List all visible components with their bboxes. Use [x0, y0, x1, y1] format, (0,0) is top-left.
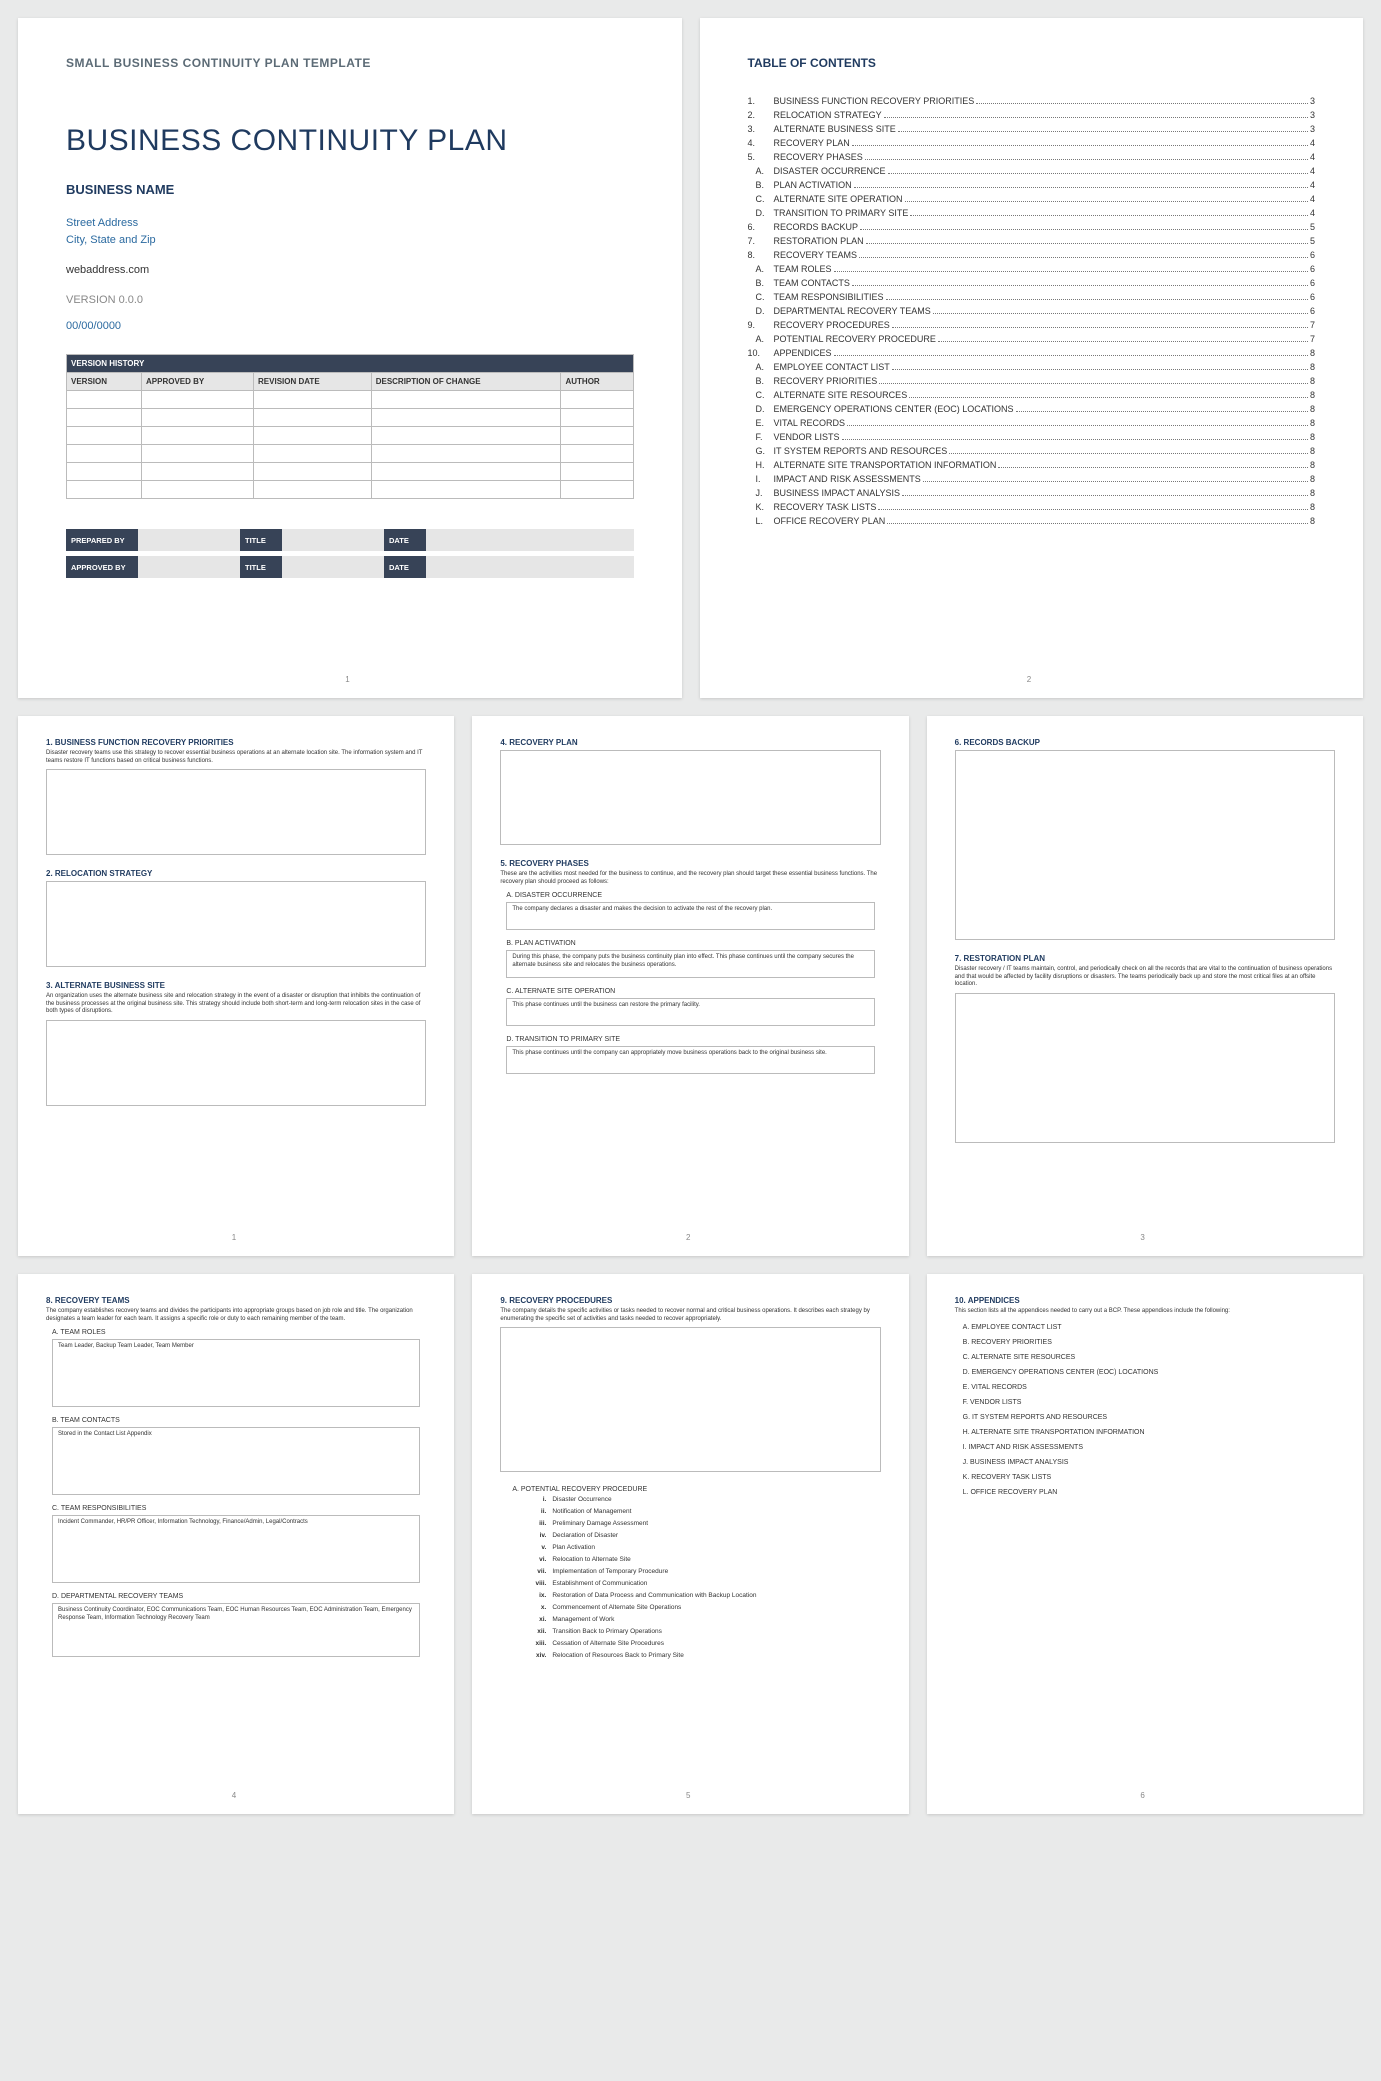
- toc-item: D.TRANSITION TO PRIMARY SITE4: [748, 208, 1316, 218]
- toc-title: TABLE OF CONTENTS: [748, 56, 1316, 70]
- toc-item: 5.RECOVERY PHASES4: [748, 152, 1316, 162]
- page-2-toc: TABLE OF CONTENTS 1.BUSINESS FUNCTION RE…: [700, 18, 1364, 698]
- document-title: BUSINESS CONTINUITY PLAN: [66, 124, 634, 158]
- procedure-step: v.Plan Activation: [528, 1544, 880, 1551]
- procedure-step: x.Commencement of Alternate Site Operati…: [528, 1604, 880, 1611]
- toc-item: H.ALTERNATE SITE TRANSPORTATION INFORMAT…: [748, 460, 1316, 470]
- toc-item: A.TEAM ROLES6: [748, 264, 1316, 274]
- page-3: 1. BUSINESS FUNCTION RECOVERY PRIORITIES…: [18, 716, 454, 1256]
- appendix-item: K. RECOVERY TASK LISTS: [955, 1474, 1335, 1481]
- toc-item: G.IT SYSTEM REPORTS AND RESOURCES8: [748, 446, 1316, 456]
- toc-item: 1.BUSINESS FUNCTION RECOVERY PRIORITIES3: [748, 96, 1316, 106]
- toc-item: A.POTENTIAL RECOVERY PROCEDURE7: [748, 334, 1316, 344]
- address-block: Street Address City, State and Zip: [66, 215, 634, 248]
- appendix-item: I. IMPACT AND RISK ASSESSMENTS: [955, 1444, 1335, 1451]
- template-label: SMALL BUSINESS CONTINUITY PLAN TEMPLATE: [66, 56, 634, 70]
- procedure-step: iii.Preliminary Damage Assessment: [528, 1520, 880, 1527]
- toc-item: A.DISASTER OCCURRENCE4: [748, 166, 1316, 176]
- page-8: 10. APPENDICES This section lists all th…: [927, 1274, 1363, 1814]
- appendix-item: J. BUSINESS IMPACT ANALYSIS: [955, 1459, 1335, 1466]
- toc-item: B.RECOVERY PRIORITIES8: [748, 376, 1316, 386]
- appendix-item: C. ALTERNATE SITE RESOURCES: [955, 1354, 1335, 1361]
- appendix-item: F. VENDOR LISTS: [955, 1399, 1335, 1406]
- version-label: VERSION 0.0.0: [66, 294, 634, 306]
- procedure-step: vi.Relocation to Alternate Site: [528, 1556, 880, 1563]
- toc-item: D.EMERGENCY OPERATIONS CENTER (EOC) LOCA…: [748, 404, 1316, 414]
- toc-item: L.OFFICE RECOVERY PLAN8: [748, 516, 1316, 526]
- appendix-item: E. VITAL RECORDS: [955, 1384, 1335, 1391]
- page-1-cover: SMALL BUSINESS CONTINUITY PLAN TEMPLATE …: [18, 18, 682, 698]
- appendix-item: B. RECOVERY PRIORITIES: [955, 1339, 1335, 1346]
- toc-item: 6.RECORDS BACKUP5: [748, 222, 1316, 232]
- toc-item: C.ALTERNATE SITE RESOURCES8: [748, 390, 1316, 400]
- procedure-step: xiii.Cessation of Alternate Site Procedu…: [528, 1640, 880, 1647]
- page-5: 6. RECORDS BACKUP 7. RESTORATION PLAN Di…: [927, 716, 1363, 1256]
- toc-item: B.PLAN ACTIVATION4: [748, 180, 1316, 190]
- procedure-step: xi.Management of Work: [528, 1616, 880, 1623]
- toc-item: C.TEAM RESPONSIBILITIES6: [748, 292, 1316, 302]
- procedure-step: ii.Notification of Management: [528, 1508, 880, 1515]
- procedure-step: vii.Implementation of Temporary Procedur…: [528, 1568, 880, 1575]
- toc-item: 10.APPENDICES8: [748, 348, 1316, 358]
- appendix-item: G. IT SYSTEM REPORTS AND RESOURCES: [955, 1414, 1335, 1421]
- toc-item: A.EMPLOYEE CONTACT LIST8: [748, 362, 1316, 372]
- procedure-step: iv.Declaration of Disaster: [528, 1532, 880, 1539]
- toc-item: E.VITAL RECORDS8: [748, 418, 1316, 428]
- toc-item: 9.RECOVERY PROCEDURES7: [748, 320, 1316, 330]
- signature-block: PREPARED BY TITLE DATE APPROVED BY TITLE…: [66, 529, 634, 578]
- business-name: BUSINESS NAME: [66, 182, 634, 197]
- toc-item: I.IMPACT AND RISK ASSESSMENTS8: [748, 474, 1316, 484]
- toc-item: C.ALTERNATE SITE OPERATION4: [748, 194, 1316, 204]
- procedure-step: xiv.Relocation of Resources Back to Prim…: [528, 1652, 880, 1659]
- toc-item: 3.ALTERNATE BUSINESS SITE3: [748, 124, 1316, 134]
- toc-item: 2.RELOCATION STRATEGY3: [748, 110, 1316, 120]
- page-6: 8. RECOVERY TEAMS The company establishe…: [18, 1274, 454, 1814]
- toc-item: J.BUSINESS IMPACT ANALYSIS8: [748, 488, 1316, 498]
- toc-item: B.TEAM CONTACTS6: [748, 278, 1316, 288]
- web-address: webaddress.com: [66, 264, 634, 276]
- procedure-step: xii.Transition Back to Primary Operation…: [528, 1628, 880, 1635]
- date-label: 00/00/0000: [66, 320, 634, 332]
- procedure-step: i.Disaster Occurrence: [528, 1496, 880, 1503]
- toc-item: 8.RECOVERY TEAMS6: [748, 250, 1316, 260]
- appendix-item: H. ALTERNATE SITE TRANSPORTATION INFORMA…: [955, 1429, 1335, 1436]
- toc-list: 1.BUSINESS FUNCTION RECOVERY PRIORITIES3…: [748, 96, 1316, 526]
- toc-item: 4.RECOVERY PLAN4: [748, 138, 1316, 148]
- page-7: 9. RECOVERY PROCEDURES The company detai…: [472, 1274, 908, 1814]
- appendix-item: A. EMPLOYEE CONTACT LIST: [955, 1324, 1335, 1331]
- page-4: 4. RECOVERY PLAN 5. RECOVERY PHASES Thes…: [472, 716, 908, 1256]
- version-history-table: VERSION HISTORY VERSIONAPPROVED BYREVISI…: [66, 354, 634, 499]
- toc-item: 7.RESTORATION PLAN5: [748, 236, 1316, 246]
- toc-item: F.VENDOR LISTS8: [748, 432, 1316, 442]
- appendix-item: L. OFFICE RECOVERY PLAN: [955, 1489, 1335, 1496]
- procedure-step: viii.Establishment of Communication: [528, 1580, 880, 1587]
- toc-item: D.DEPARTMENTAL RECOVERY TEAMS6: [748, 306, 1316, 316]
- toc-item: K.RECOVERY TASK LISTS8: [748, 502, 1316, 512]
- procedure-step: ix.Restoration of Data Process and Commu…: [528, 1592, 880, 1599]
- appendix-item: D. EMERGENCY OPERATIONS CENTER (EOC) LOC…: [955, 1369, 1335, 1376]
